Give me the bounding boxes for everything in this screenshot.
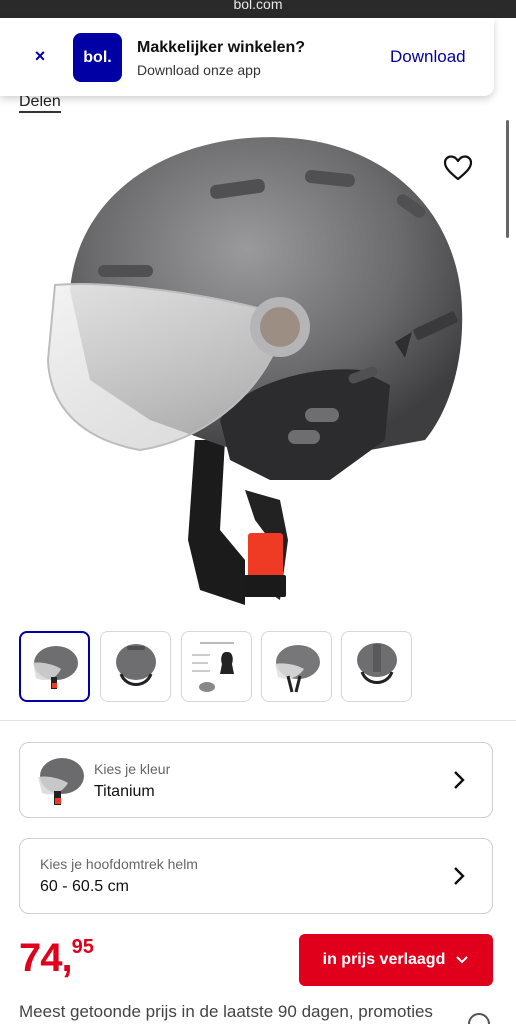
helmet-thumbnail-icon: [275, 645, 320, 693]
helmet-thumbnail-icon: [116, 644, 156, 686]
color-selector-value: Titanium: [94, 783, 155, 800]
favorite-heart-icon[interactable]: [443, 154, 473, 182]
color-selector-label: Kies je kleur: [94, 761, 171, 777]
bol-logo: bol.: [73, 33, 122, 82]
price: 74,95: [19, 936, 94, 981]
info-icon[interactable]: [468, 1013, 490, 1024]
price-reduced-badge[interactable]: in prijs verlaagd: [299, 934, 493, 986]
banner-title: Makkelijker winkelen?: [137, 39, 306, 56]
thumbnail-2[interactable]: [100, 631, 171, 702]
thumbnail-5[interactable]: [341, 631, 412, 702]
helmet-illustration: [46, 137, 463, 605]
download-app-button[interactable]: Download: [390, 47, 466, 67]
size-selector[interactable]: Kies je hoofdomtrek helm 60 - 60.5 cm: [19, 838, 493, 914]
price-footnote: Meest getoonde prijs in de laatste 90 da…: [19, 1002, 433, 1021]
size-selector-value: 60 - 60.5 cm: [40, 878, 129, 895]
browser-url[interactable]: bol.com: [0, 0, 516, 12]
helmet-thumbnail-icon: [33, 646, 78, 689]
thumbnail-4[interactable]: [261, 631, 332, 702]
share-link[interactable]: Delen: [19, 93, 61, 113]
banner-subtitle: Download onze app: [137, 62, 261, 78]
chevron-right-icon: [454, 867, 465, 885]
thumbnail-1[interactable]: [19, 631, 90, 702]
helmet-thumbnail-icon: [357, 643, 397, 684]
scrollbar[interactable]: [506, 120, 509, 238]
close-banner-button[interactable]: ×: [30, 46, 50, 67]
chevron-down-icon: [456, 956, 469, 964]
size-chart-thumbnail-icon: [192, 642, 234, 692]
size-selector-label: Kies je hoofdomtrek helm: [40, 856, 198, 872]
color-selector[interactable]: Kies je kleur Titanium: [19, 742, 493, 818]
thumbnail-3[interactable]: [181, 631, 252, 702]
price-reduced-label: in prijs verlaagd: [322, 951, 446, 968]
app-download-banner: × bol. Makkelijker winkelen? Download on…: [0, 18, 494, 96]
chevron-right-icon: [454, 771, 465, 789]
browser-bar: bol.com: [0, 0, 516, 18]
price-cents: 95: [71, 936, 94, 958]
price-main: 74,: [19, 936, 73, 980]
product-image[interactable]: [30, 120, 480, 620]
color-swatch-helmet-icon: [38, 758, 84, 805]
divider: [0, 720, 516, 721]
